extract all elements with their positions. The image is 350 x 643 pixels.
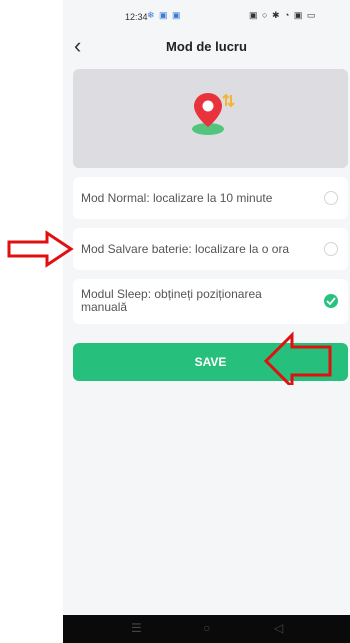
option-sleep-mode[interactable]: Modul Sleep: obțineți poziționarea manua…	[73, 279, 348, 324]
option-battery-label: Mod Salvare baterie: localizare la o ora	[81, 242, 290, 256]
navigation-header: ‹ Mod de lucru	[63, 32, 350, 62]
option-normal-label: Mod Normal: localizare la 10 minute	[81, 191, 273, 205]
status-time: 12:34	[125, 12, 148, 22]
option-sleep-label: Modul Sleep: obțineți poziționarea manua…	[81, 288, 262, 314]
option-battery-radio[interactable]	[324, 242, 338, 256]
option-battery-saving-mode[interactable]: Mod Salvare baterie: localizare la o ora	[73, 228, 348, 270]
home-icon[interactable]: ○	[203, 621, 210, 635]
system-navigation-bar: ☰ ○ ◁	[63, 615, 350, 643]
notification-icons: ❄ ▣ ▣	[147, 10, 182, 20]
annotation-arrow-right-icon	[7, 230, 74, 268]
back-icon[interactable]: ◁	[274, 621, 283, 635]
app-screen: 12:34 ❄ ▣ ▣ ▣ ○ ✱ ◔ ▣ ▭ ‹ Mod de lucru M…	[63, 0, 350, 643]
option-normal-mode[interactable]: Mod Normal: localizare la 10 minute	[73, 177, 348, 219]
option-sleep-checkmark-icon[interactable]	[324, 294, 338, 308]
menu-icon[interactable]: ☰	[131, 621, 142, 635]
location-pin-icon	[192, 93, 235, 135]
system-status-icons: ▣ ○ ✱ ◔ ▣ ▭	[249, 10, 317, 20]
status-bar: 12:34 ❄ ▣ ▣ ▣ ○ ✱ ◔ ▣ ▭	[63, 0, 350, 32]
hero-banner	[73, 69, 348, 168]
annotation-arrow-left-icon	[263, 331, 332, 385]
option-sleep-label-line1: Modul Sleep: obțineți poziționarea	[81, 287, 262, 301]
page-title: Mod de lucru	[166, 39, 247, 54]
option-normal-radio[interactable]	[324, 191, 338, 205]
option-sleep-label-line2: manuală	[81, 300, 128, 314]
